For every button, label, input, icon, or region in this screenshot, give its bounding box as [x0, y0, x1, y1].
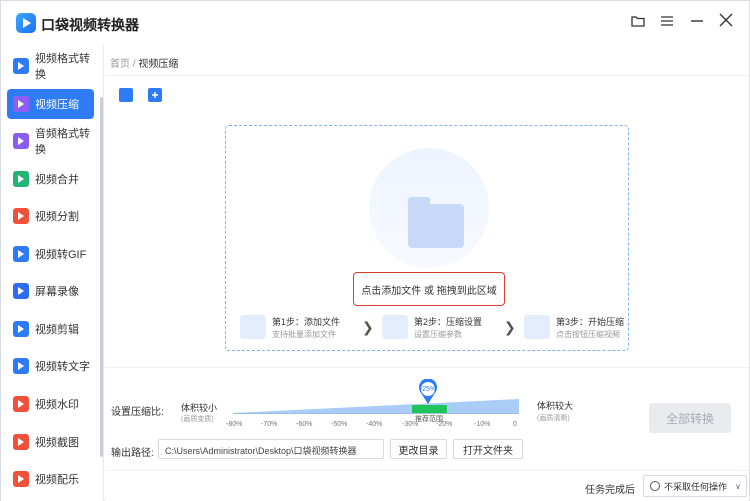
- sidebar-item-video-watermark[interactable]: 视频水印: [7, 389, 94, 419]
- sidebar-item-screen-record[interactable]: 屏幕录像: [7, 276, 94, 306]
- slider-value: -25%: [419, 386, 437, 393]
- video-convert-icon: [13, 58, 29, 74]
- tick-label: -80%: [226, 421, 243, 428]
- add-folder-icon[interactable]: [148, 88, 162, 102]
- after-complete-select[interactable]: 不采取任何操作 ∨: [643, 475, 747, 497]
- tick-label: -50%: [331, 421, 348, 428]
- open-folder-button[interactable]: 打开文件夹: [453, 439, 523, 459]
- close-icon[interactable]: [716, 13, 736, 33]
- breadcrumb-current: 视频压缩: [138, 59, 179, 70]
- breadcrumb: 首页 / 视频压缩: [110, 55, 178, 70]
- tick-label: -30%: [402, 421, 419, 428]
- tick-label: -40%: [366, 421, 383, 428]
- chevron-down-icon: ∨: [735, 481, 741, 491]
- no-action-icon: [650, 481, 660, 491]
- video-compress-icon: [13, 96, 29, 112]
- sidebar-scrollbar[interactable]: [100, 97, 103, 457]
- sidebar-item-audio-format[interactable]: 音频格式转换: [7, 126, 94, 156]
- tick-label: -60%: [296, 421, 313, 428]
- divider: [105, 367, 749, 368]
- video-gif-icon: [13, 246, 29, 262]
- settings-step-icon: [382, 315, 408, 339]
- step-title: 第1步：添加文件: [272, 317, 341, 327]
- sidebar-item-video-compress[interactable]: 视频压缩: [7, 89, 94, 119]
- sidebar-item-label: 音频格式转换: [35, 128, 90, 156]
- video-edit-icon: [13, 321, 29, 337]
- video-split-icon: [13, 208, 29, 224]
- sidebar-item-label: 视频合并: [35, 174, 79, 186]
- tick-label: -10%: [474, 421, 491, 428]
- folder-icon[interactable]: [628, 13, 648, 33]
- main-content: 首页 / 视频压缩 点击添加文件 或 拖拽到此区域 第1步：添加文件 支持批量添…: [105, 45, 749, 501]
- step-2: 第2步：压缩设置 设置压缩参数: [382, 313, 492, 343]
- sidebar-item-label: 视频格式转换: [35, 53, 90, 81]
- sidebar-item-video-merge[interactable]: 视频合并: [7, 164, 94, 194]
- app-logo-icon: [16, 13, 36, 33]
- step-title: 第3步：开始压缩: [556, 317, 625, 327]
- chevron-right-icon: ❯: [362, 319, 374, 335]
- sidebar: 视频格式转换 视频压缩 音频格式转换 视频合并 视频分割 视频转GIF 屏幕录像: [1, 45, 104, 501]
- chevron-right-icon: ❯: [504, 319, 516, 335]
- compression-slider[interactable]: [233, 397, 519, 415]
- sidebar-item-video-screenshot[interactable]: 视频截图: [7, 427, 94, 457]
- sidebar-item-label: 视频水印: [35, 399, 79, 411]
- video-screenshot-icon: [13, 434, 29, 450]
- output-path-label: 输出路径:: [111, 448, 154, 459]
- compress-step-icon: [524, 315, 550, 339]
- larger-size-note: (画质清晰): [537, 415, 570, 422]
- sidebar-item-label: 视频剪辑: [35, 324, 79, 336]
- sidebar-item-label: 视频配乐: [35, 474, 79, 486]
- smaller-size-note: (画质变质): [181, 416, 214, 423]
- divider: [105, 470, 749, 471]
- sidebar-item-video-split[interactable]: 视频分割: [7, 201, 94, 231]
- step-3: 第3步：开始压缩 点击按钮压缩视频: [524, 313, 628, 343]
- sidebar-item-video-to-gif[interactable]: 视频转GIF: [7, 239, 94, 269]
- file-dropzone[interactable]: 点击添加文件 或 拖拽到此区域 第1步：添加文件 支持批量添加文件 ❯ 第2步：…: [225, 125, 629, 351]
- sidebar-item-video-music[interactable]: 视频配乐: [7, 464, 94, 494]
- step-subtitle: 设置压缩参数: [414, 330, 462, 339]
- output-path-field[interactable]: C:\Users\Administrator\Desktop\口袋视频转换器: [158, 439, 384, 459]
- audio-convert-icon: [13, 133, 29, 149]
- tick-label: -20%: [436, 421, 453, 428]
- compression-ratio-label: 设置压缩比:: [111, 407, 164, 418]
- video-watermark-icon: [13, 396, 29, 412]
- convert-all-button[interactable]: 全部转换: [649, 403, 731, 433]
- divider: [105, 75, 749, 76]
- sidebar-item-video-format[interactable]: 视频格式转换: [7, 51, 94, 81]
- step-title: 第2步：压缩设置: [414, 317, 483, 327]
- app-window: 口袋视频转换器 视频格式转换 视频压缩 音频格式转换 视频合并 视频分割 视频转…: [0, 0, 750, 501]
- video-merge-icon: [13, 171, 29, 187]
- sidebar-item-label: 视频转文字: [35, 361, 90, 373]
- title-bar: 口袋视频转换器: [1, 1, 749, 45]
- step-1: 第1步：添加文件 支持批量添加文件: [240, 313, 360, 343]
- sidebar-item-label: 视频截图: [35, 437, 79, 449]
- screen-record-icon: [13, 283, 29, 299]
- minimize-icon[interactable]: [687, 13, 707, 33]
- sidebar-item-label: 视频压缩: [35, 99, 79, 111]
- sidebar-item-video-edit[interactable]: 视频剪辑: [7, 314, 94, 344]
- sidebar-item-label: 视频分割: [35, 211, 79, 223]
- folder-icon: [408, 197, 464, 248]
- breadcrumb-home[interactable]: 首页: [110, 59, 130, 70]
- tick-label: 0: [513, 421, 517, 428]
- change-directory-button[interactable]: 更改目录: [390, 439, 447, 459]
- step-subtitle: 点击按钮压缩视频: [556, 330, 620, 339]
- video-text-icon: [13, 358, 29, 374]
- add-file-step-icon: [240, 315, 266, 339]
- menu-icon[interactable]: [657, 13, 677, 33]
- add-file-icon[interactable]: [119, 88, 133, 102]
- video-music-icon: [13, 471, 29, 487]
- app-title: 口袋视频转换器: [41, 17, 139, 33]
- sidebar-item-video-to-text[interactable]: 视频转文字: [7, 351, 94, 381]
- add-file-prompt[interactable]: 点击添加文件 或 拖拽到此区域: [353, 272, 505, 306]
- tick-label: -70%: [261, 421, 278, 428]
- sidebar-item-label: 屏幕录像: [35, 286, 79, 298]
- larger-size-label: 体积较大: [537, 401, 574, 411]
- after-complete-label: 任务完成后: [585, 485, 635, 496]
- after-complete-option: 不采取任何操作: [664, 481, 728, 492]
- step-subtitle: 支持批量添加文件: [272, 330, 336, 339]
- smaller-size-label: 体积较小: [181, 403, 218, 413]
- sidebar-item-label: 视频转GIF: [35, 249, 87, 261]
- add-file-prompt-text: 点击添加文件 或 拖拽到此区域: [361, 285, 497, 297]
